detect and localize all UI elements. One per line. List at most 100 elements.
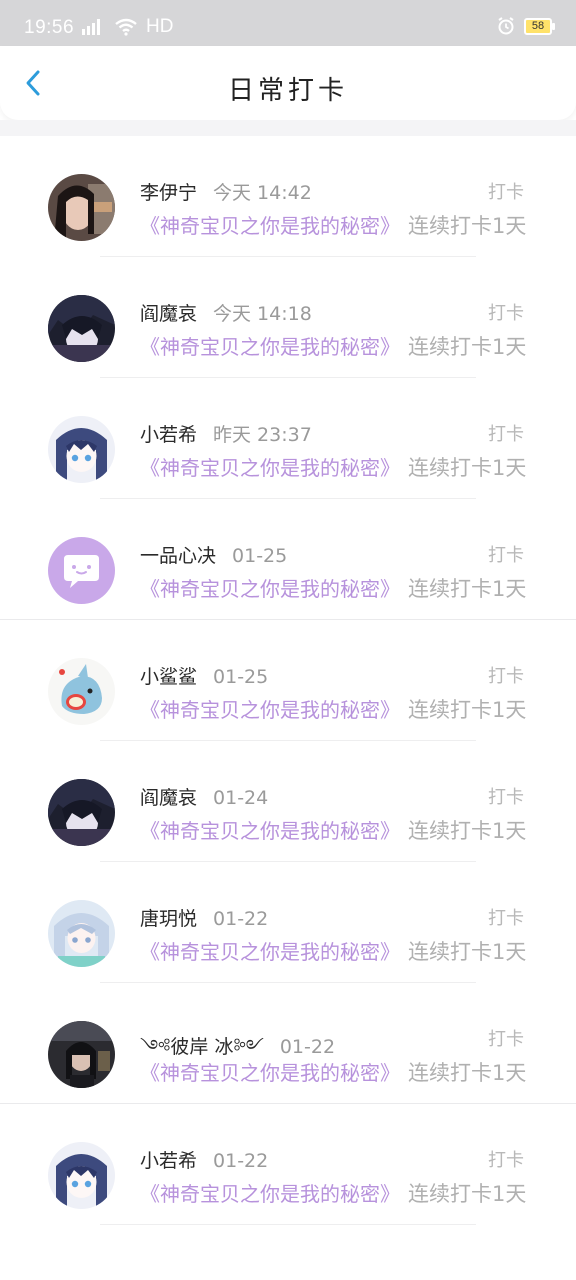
checkin-detail: 《神奇宝贝之你是我的秘密》 连续打卡1天: [140, 1178, 526, 1207]
status-network-icons: HD: [80, 16, 173, 38]
alarm-icon: [498, 17, 514, 35]
checkin-time: 01-22: [213, 908, 269, 930]
anime-avatar-icon: [48, 779, 115, 846]
navigation-bar: 日常打卡: [0, 46, 576, 120]
hd-indicator: HD: [146, 16, 174, 37]
checkin-time: 01-22: [279, 1036, 336, 1058]
checkin-list-item[interactable]: 小若希 01-22 打卡 《神奇宝贝之你是我的秘密》 连续打卡1天: [0, 1104, 576, 1225]
book-title[interactable]: 《神奇宝贝之你是我的秘密》: [140, 819, 400, 843]
checkin-time: 今天 14:18: [213, 303, 312, 325]
status-right-icons: 58: [496, 16, 555, 36]
checkin-detail: 《神奇宝贝之你是我的秘密》 连续打卡1天: [140, 210, 526, 239]
avatar[interactable]: [48, 416, 115, 483]
checkin-detail: 《神奇宝贝之你是我的秘密》 连续打卡1天: [140, 1057, 526, 1086]
user-name[interactable]: 小若希: [140, 1150, 197, 1172]
divider: [100, 1224, 476, 1225]
streak-count: 连续打卡1天: [408, 577, 527, 601]
user-name[interactable]: 李伊宁: [140, 182, 197, 204]
shark-avatar-icon: [48, 658, 115, 725]
checkin-label: 打卡: [488, 303, 524, 324]
signal-icon: [82, 19, 100, 35]
avatar[interactable]: [48, 1021, 115, 1088]
checkin-time: 01-24: [213, 787, 269, 809]
user-name[interactable]: 唐玥悦: [140, 908, 197, 930]
header-separator: [0, 120, 576, 136]
user-info-line: 阎魔哀 01-24: [140, 783, 268, 810]
checkin-list-item[interactable]: 阎魔哀 01-24 打卡 《神奇宝贝之你是我的秘密》 连续打卡1天: [0, 741, 576, 862]
checkin-detail: 《神奇宝贝之你是我的秘密》 连续打卡1天: [140, 573, 526, 602]
checkin-detail: 《神奇宝贝之你是我的秘密》 连续打卡1天: [140, 694, 526, 723]
photo-avatar-icon: [48, 1021, 115, 1088]
checkin-time: 01-22: [213, 1150, 269, 1172]
checkin-list-item[interactable]: 李伊宁 今天 14:42 打卡 《神奇宝贝之你是我的秘密》 连续打卡1天: [0, 136, 576, 257]
streak-count: 连续打卡1天: [408, 1061, 527, 1085]
avatar[interactable]: [48, 900, 115, 967]
book-title[interactable]: 《神奇宝贝之你是我的秘密》: [140, 698, 400, 722]
checkin-list-item[interactable]: 小鲨鲨 01-25 打卡 《神奇宝贝之你是我的秘密》 连续打卡1天: [0, 620, 576, 741]
checkin-label: 打卡: [488, 545, 524, 566]
streak-count: 连续打卡1天: [408, 940, 527, 964]
checkin-list-item[interactable]: 唐玥悦 01-22 打卡 《神奇宝贝之你是我的秘密》 连续打卡1天: [0, 862, 576, 983]
page-title: 日常打卡: [227, 76, 348, 106]
book-title[interactable]: 《神奇宝贝之你是我的秘密》: [140, 335, 400, 359]
checkin-list-item[interactable]: 阎魔哀 今天 14:18 打卡 《神奇宝贝之你是我的秘密》 连续打卡1天: [0, 257, 576, 378]
streak-count: 连续打卡1天: [408, 698, 527, 722]
checkin-list-item[interactable]: 小若希 昨天 23:37 打卡 《神奇宝贝之你是我的秘密》 连续打卡1天: [0, 378, 576, 499]
streak-count: 连续打卡1天: [408, 335, 527, 359]
book-title[interactable]: 《神奇宝贝之你是我的秘密》: [140, 456, 400, 480]
status-time: 19:56: [24, 17, 75, 38]
checkin-label: 打卡: [488, 1150, 524, 1171]
checkin-label: 打卡: [488, 666, 524, 687]
checkin-label: 打卡: [488, 787, 524, 808]
user-info-line: 李伊宁 今天 14:42: [140, 178, 312, 205]
checkin-time: 今天 14:42: [213, 182, 312, 204]
default-avatar-icon: [48, 537, 115, 604]
checkin-label: 打卡: [488, 182, 524, 203]
book-title[interactable]: 《神奇宝贝之你是我的秘密》: [140, 214, 400, 238]
battery-icon: 58: [524, 17, 555, 35]
anime-avatar-icon: [48, 295, 115, 362]
user-name[interactable]: 阎魔哀: [140, 303, 197, 325]
avatar[interactable]: [48, 174, 115, 241]
checkin-detail: 《神奇宝贝之你是我的秘密》 连续打卡1天: [140, 936, 526, 965]
checkin-label: 打卡: [488, 1029, 524, 1050]
avatar[interactable]: [48, 1142, 115, 1209]
avatar[interactable]: [48, 658, 115, 725]
anime-avatar-icon: [48, 416, 115, 483]
checkin-label: 打卡: [488, 424, 524, 445]
avatar[interactable]: [48, 779, 115, 846]
checkin-list-item[interactable]: ༺彼岸 冰༻ 01-22 打卡 《神奇宝贝之你是我的秘密》 连续打卡1天: [0, 983, 576, 1104]
checkin-detail: 《神奇宝贝之你是我的秘密》 连续打卡1天: [140, 452, 526, 481]
checkin-list-item[interactable]: 一品心决 01-25 打卡 《神奇宝贝之你是我的秘密》 连续打卡1天: [0, 499, 576, 620]
user-name[interactable]: ༺彼岸 冰༻: [140, 1036, 264, 1058]
checkin-detail: 《神奇宝贝之你是我的秘密》 连续打卡1天: [140, 331, 526, 360]
anime-avatar-icon: [48, 900, 115, 967]
checkin-list: 李伊宁 今天 14:42 打卡 《神奇宝贝之你是我的秘密》 连续打卡1天 阎魔哀 今天…: [0, 136, 576, 1225]
wifi-icon: [115, 18, 137, 36]
checkin-time: 01-25: [213, 666, 269, 688]
user-info-line: 小若希 01-22: [140, 1146, 268, 1173]
checkin-time: 01-25: [232, 545, 288, 567]
book-title[interactable]: 《神奇宝贝之你是我的秘密》: [140, 1182, 400, 1206]
user-name[interactable]: 小鲨鲨: [140, 666, 197, 688]
user-info-line: 一品心决 01-25: [140, 541, 287, 568]
photo-avatar-icon: [48, 174, 115, 241]
anime-avatar-icon: [48, 1142, 115, 1209]
screen: 19:56 HD 58 日常打卡 李伊宁 今天 14:42 打卡 《神奇宝贝之你…: [0, 0, 576, 1280]
checkin-time: 昨天 23:37: [213, 424, 312, 446]
avatar[interactable]: [48, 537, 115, 604]
user-name[interactable]: 阎魔哀: [140, 787, 197, 809]
user-name[interactable]: 小若希: [140, 424, 197, 446]
book-title[interactable]: 《神奇宝贝之你是我的秘密》: [140, 577, 400, 601]
checkin-detail: 《神奇宝贝之你是我的秘密》 连续打卡1天: [140, 815, 526, 844]
user-info-line: 小若希 昨天 23:37: [140, 420, 312, 447]
user-info-line: 唐玥悦 01-22: [140, 904, 268, 931]
avatar[interactable]: [48, 295, 115, 362]
user-name[interactable]: 一品心决: [140, 545, 216, 567]
checkin-label: 打卡: [488, 908, 524, 929]
book-title[interactable]: 《神奇宝贝之你是我的秘密》: [140, 940, 400, 964]
book-title[interactable]: 《神奇宝贝之你是我的秘密》: [140, 1061, 400, 1085]
streak-count: 连续打卡1天: [408, 819, 527, 843]
user-info-line: 小鲨鲨 01-25: [140, 662, 268, 689]
streak-count: 连续打卡1天: [408, 214, 527, 238]
